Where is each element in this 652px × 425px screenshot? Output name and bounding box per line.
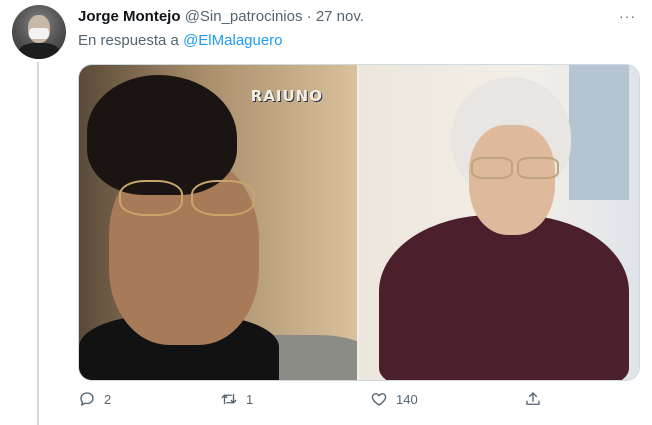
media-image-right[interactable] xyxy=(359,65,639,380)
retweet-count: 1 xyxy=(246,391,254,407)
face-shape xyxy=(469,125,555,235)
reply-count: 2 xyxy=(104,391,112,407)
retweet-icon xyxy=(221,393,237,405)
separator-dot: · xyxy=(306,8,312,25)
window-shape xyxy=(569,65,629,200)
media-image-left[interactable]: RAIUNO xyxy=(79,65,357,380)
body-shape xyxy=(379,215,629,380)
display-name[interactable]: Jorge Montejo xyxy=(78,8,181,25)
tv-watermark: RAIUNO xyxy=(250,87,323,105)
tweet-media: RAIUNO xyxy=(78,64,640,381)
like-button[interactable]: 140 xyxy=(370,390,418,408)
share-icon xyxy=(526,392,540,405)
reply-context: En respuesta a @ElMalaguero xyxy=(78,32,283,49)
reply-icon xyxy=(80,392,94,406)
hair-shape xyxy=(87,75,237,195)
reply-button[interactable]: 2 xyxy=(78,390,111,408)
tweet-header: Jorge Montejo @Sin_patrocinios · 27 nov. xyxy=(78,8,364,25)
retweet-button[interactable]: 1 xyxy=(220,390,253,408)
tweet-actions: 2 1 140 xyxy=(78,390,558,414)
reply-prefix: En respuesta a xyxy=(78,32,179,49)
more-icon[interactable]: ··· xyxy=(619,8,636,24)
like-icon xyxy=(371,393,387,406)
glasses-shape xyxy=(119,180,259,216)
glasses-shape xyxy=(471,157,561,179)
avatar-mask xyxy=(29,28,49,39)
thread-line xyxy=(37,62,39,425)
share-button[interactable] xyxy=(524,390,542,408)
avatar-shirt xyxy=(18,43,60,59)
like-count: 140 xyxy=(396,391,418,407)
tweet-date[interactable]: 27 nov. xyxy=(316,8,364,25)
avatar[interactable] xyxy=(12,5,66,59)
reply-to-link[interactable]: @ElMalaguero xyxy=(183,32,282,49)
user-handle[interactable]: @Sin_patrocinios xyxy=(185,8,303,25)
